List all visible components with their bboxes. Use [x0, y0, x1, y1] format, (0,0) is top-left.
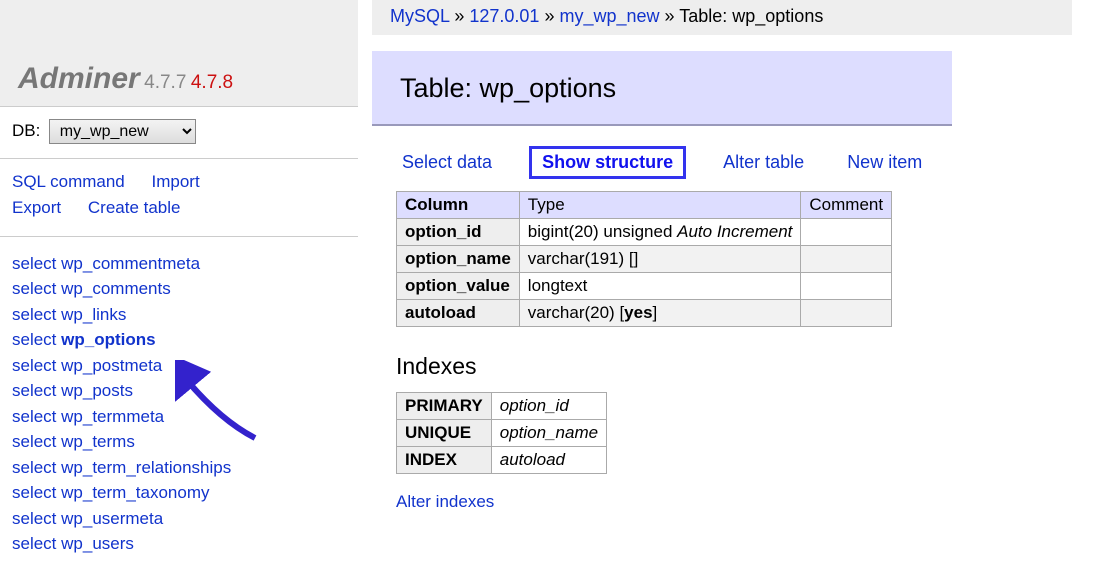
index-kind: PRIMARY — [397, 393, 492, 420]
table-row: PRIMARYoption_id — [397, 393, 607, 420]
column-name: autoload — [397, 300, 520, 327]
brand-bar: Adminer 4.7.7 4.7.8 — [0, 0, 358, 107]
tabs: Select data Show structure Alter table N… — [396, 146, 1072, 179]
columns-th-column: Column — [397, 192, 520, 219]
index-kind: UNIQUE — [397, 420, 492, 447]
alter-indexes-link[interactable]: Alter indexes — [396, 492, 494, 512]
tab-new-item[interactable]: New item — [841, 149, 928, 176]
breadcrumb-driver[interactable]: MySQL — [390, 6, 449, 26]
db-selector-row: DB: my_wp_new — [0, 107, 358, 159]
table-link[interactable]: select wp_posts — [12, 378, 346, 404]
tab-alter-table[interactable]: Alter table — [717, 149, 810, 176]
import-link[interactable]: Import — [151, 169, 199, 195]
db-select[interactable]: my_wp_new — [49, 119, 196, 144]
page-title: Table: wp_options — [372, 51, 952, 124]
indexes-table: PRIMARYoption_idUNIQUEoption_nameINDEXau… — [396, 392, 607, 474]
column-name: option_id — [397, 219, 520, 246]
page-title-bar: Table: wp_options — [372, 51, 952, 126]
sidebar-actions: SQL command Import Export Create table — [0, 159, 358, 237]
table-row: UNIQUEoption_name — [397, 420, 607, 447]
columns-table: Column Type Comment option_idbigint(20) … — [396, 191, 892, 327]
sidebar: Adminer 4.7.7 4.7.8 DB: my_wp_new SQL co… — [0, 0, 358, 571]
table-row: option_namevarchar(191) [] — [397, 246, 892, 273]
columns-th-comment: Comment — [801, 192, 892, 219]
table-link[interactable]: select wp_links — [12, 302, 346, 328]
app-title: Adminer — [18, 62, 140, 95]
column-type: varchar(191) [] — [519, 246, 801, 273]
indexes-heading: Indexes — [396, 353, 1072, 380]
table-link[interactable]: select wp_comments — [12, 276, 346, 302]
column-type: longtext — [519, 273, 801, 300]
tab-show-structure[interactable]: Show structure — [529, 146, 686, 179]
db-label: DB: — [12, 121, 40, 140]
main: MySQL » 127.0.01 » my_wp_new » Table: wp… — [372, 0, 1072, 512]
columns-th-type: Type — [519, 192, 801, 219]
breadcrumb-db[interactable]: my_wp_new — [559, 6, 659, 26]
tab-select-data[interactable]: Select data — [396, 149, 498, 176]
table-link[interactable]: select wp_term_relationships — [12, 455, 346, 481]
breadcrumb-tail: Table: wp_options — [679, 6, 823, 26]
index-column: autoload — [491, 447, 606, 474]
index-column: option_id — [491, 393, 606, 420]
index-column: option_name — [491, 420, 606, 447]
column-comment — [801, 273, 892, 300]
table-row: INDEXautoload — [397, 447, 607, 474]
table-row: option_idbigint(20) unsigned Auto Increm… — [397, 219, 892, 246]
table-link[interactable]: select wp_postmeta — [12, 353, 346, 379]
table-link[interactable]: select wp_term_taxonomy — [12, 480, 346, 506]
breadcrumb-host[interactable]: 127.0.01 — [469, 6, 539, 26]
column-comment — [801, 246, 892, 273]
table-link[interactable]: select wp_usermeta — [12, 506, 346, 532]
table-link[interactable]: select wp_terms — [12, 429, 346, 455]
app-version-latest[interactable]: 4.7.8 — [191, 72, 233, 93]
table-row: option_valuelongtext — [397, 273, 892, 300]
index-kind: INDEX — [397, 447, 492, 474]
table-link[interactable]: select wp_commentmeta — [12, 251, 346, 277]
table-list: select wp_commentmetaselect wp_commentss… — [0, 237, 358, 571]
column-name: option_name — [397, 246, 520, 273]
table-link[interactable]: select wp_users — [12, 531, 346, 557]
breadcrumb: MySQL » 127.0.01 » my_wp_new » Table: wp… — [372, 0, 1072, 35]
column-name: option_value — [397, 273, 520, 300]
table-link[interactable]: select wp_options — [12, 327, 346, 353]
app-version-current: 4.7.7 — [144, 72, 186, 93]
column-type: varchar(20) [yes] — [519, 300, 801, 327]
column-comment — [801, 300, 892, 327]
table-link[interactable]: select wp_termmeta — [12, 404, 346, 430]
sql-command-link[interactable]: SQL command — [12, 169, 125, 195]
column-comment — [801, 219, 892, 246]
create-table-link[interactable]: Create table — [88, 195, 181, 221]
table-row: autoloadvarchar(20) [yes] — [397, 300, 892, 327]
column-type: bigint(20) unsigned Auto Increment — [519, 219, 801, 246]
export-link[interactable]: Export — [12, 195, 61, 221]
